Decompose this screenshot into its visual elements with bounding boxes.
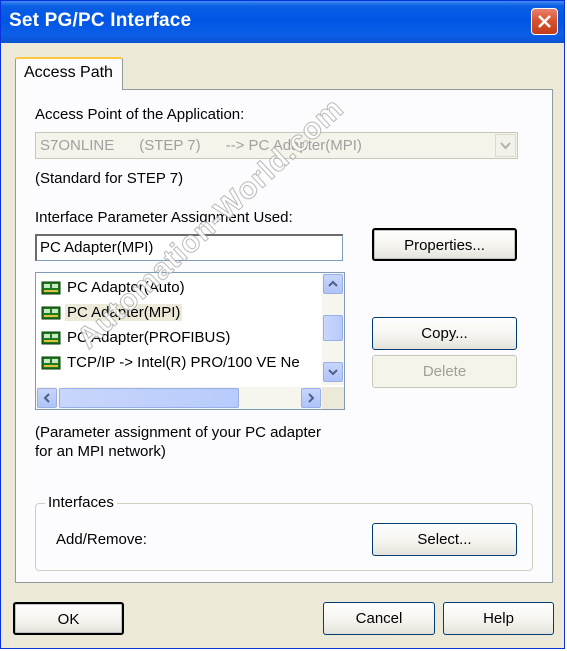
- select-button-label: Select...: [417, 531, 472, 548]
- access-point-value: S7ONLINE (STEP 7) --> PC Adapter(MPI): [40, 137, 362, 154]
- list-item-label: PC Adapter(Auto): [67, 279, 185, 296]
- vertical-scroll-thumb[interactable]: [323, 315, 343, 341]
- interfaces-legend: Interfaces: [45, 494, 117, 511]
- help-button[interactable]: Help: [443, 602, 554, 635]
- description-line-1: (Parameter assignment of your PC adapter: [35, 424, 321, 441]
- copy-button[interactable]: Copy...: [372, 317, 517, 350]
- network-card-icon: [41, 356, 61, 370]
- interface-param-label: Interface Parameter Assignment Used:: [35, 209, 293, 226]
- ok-button[interactable]: OK: [13, 602, 124, 635]
- interface-param-value: PC Adapter(MPI): [40, 239, 154, 256]
- list-item-label: TCP/IP -> Intel(R) PRO/100 VE Ne: [67, 354, 300, 371]
- chevron-down-icon: [328, 369, 338, 376]
- network-card-icon: [41, 306, 61, 320]
- list-item-label: PC Adapter(PROFIBUS): [67, 329, 231, 346]
- list-item-label: PC Adapter(MPI): [65, 304, 183, 321]
- delete-button-label: Delete: [422, 363, 467, 380]
- properties-button-label: Properties...: [404, 237, 485, 254]
- interface-list[interactable]: PC Adapter(Auto) PC Adapter(MPI) PC Adap…: [35, 272, 345, 410]
- vertical-scrollbar[interactable]: [322, 273, 344, 385]
- horizontal-scrollbar[interactable]: [36, 387, 322, 409]
- access-point-label: Access Point of the Application:: [35, 106, 245, 123]
- tab-label: Access Path: [24, 64, 113, 81]
- dialog-window: Set PG/PC Interface Access Path Access P…: [0, 0, 565, 649]
- interface-param-field: PC Adapter(MPI): [35, 234, 343, 261]
- access-point-dropdown[interactable]: S7ONLINE (STEP 7) --> PC Adapter(MPI): [35, 132, 518, 159]
- window-title: Set PG/PC Interface: [9, 10, 192, 31]
- close-button[interactable]: [531, 8, 558, 35]
- help-button-label: Help: [483, 610, 514, 627]
- copy-button-label: Copy...: [421, 325, 468, 342]
- scrollbar-corner: [322, 387, 344, 409]
- add-remove-label: Add/Remove:: [56, 531, 147, 548]
- scroll-down-button[interactable]: [323, 362, 343, 382]
- cancel-button[interactable]: Cancel: [323, 602, 435, 635]
- chevron-down-icon: [500, 142, 511, 150]
- scroll-left-button[interactable]: [37, 388, 57, 408]
- dropdown-arrow[interactable]: [495, 134, 516, 157]
- title-bar[interactable]: Set PG/PC Interface: [1, 1, 564, 43]
- cancel-button-label: Cancel: [355, 610, 403, 627]
- description-line-2: for an MPI network): [35, 443, 166, 460]
- horizontal-scroll-thumb[interactable]: [59, 388, 239, 408]
- network-card-icon: [41, 331, 61, 345]
- properties-button[interactable]: Properties...: [372, 228, 517, 261]
- chevron-up-icon: [328, 280, 338, 287]
- scroll-up-button[interactable]: [323, 274, 343, 294]
- tab-access-path[interactable]: Access Path: [15, 57, 123, 90]
- chevron-left-icon: [43, 393, 50, 403]
- network-card-icon: [41, 281, 61, 295]
- close-icon: [538, 15, 551, 28]
- ok-button-label: OK: [57, 611, 80, 628]
- scroll-right-button[interactable]: [301, 388, 321, 408]
- access-point-note: (Standard for STEP 7): [35, 170, 184, 187]
- select-button[interactable]: Select...: [372, 523, 517, 556]
- delete-button[interactable]: Delete: [372, 355, 517, 388]
- chevron-right-icon: [308, 393, 315, 403]
